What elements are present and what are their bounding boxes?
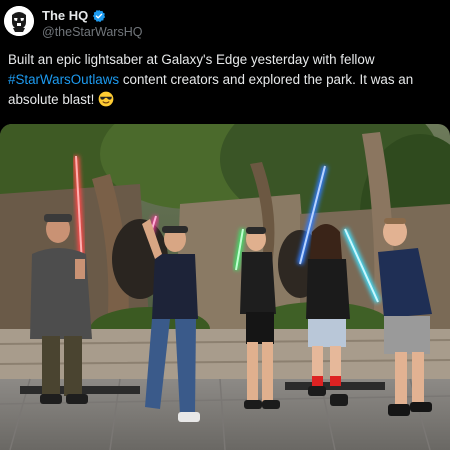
handle[interactable]: @theStarWarsHQ <box>42 25 142 39</box>
verified-badge-icon <box>93 9 106 22</box>
sunglasses-emoji-icon <box>98 91 114 107</box>
post-header: The HQ @theStarWarsHQ <box>0 0 450 44</box>
group-photo-with-lightsabers <box>0 124 450 450</box>
post-text: Built an epic lightsaber at Galaxy's Edg… <box>8 50 446 110</box>
post-text-before: Built an epic lightsaber at Galaxy's Edg… <box>8 52 375 67</box>
display-name-text: The HQ <box>42 8 89 23</box>
post-media-photo[interactable] <box>0 124 450 450</box>
avatar[interactable] <box>4 6 34 36</box>
stormtrooper-helmet-icon <box>4 6 34 36</box>
hashtag-link[interactable]: #StarWarsOutlaws <box>8 72 119 87</box>
display-name[interactable]: The HQ <box>42 8 106 23</box>
